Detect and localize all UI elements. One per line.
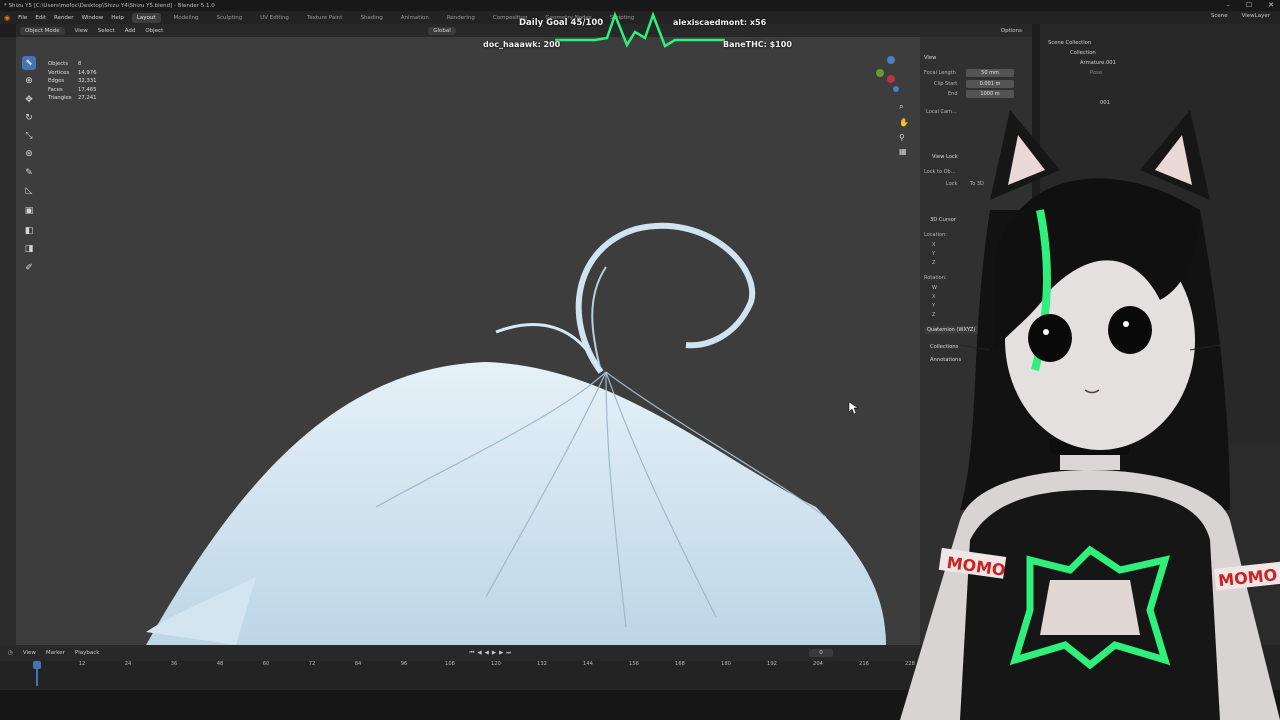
tab-layout[interactable]: Layout (131, 12, 161, 23)
timeline-editor-icon[interactable]: ◷ (8, 650, 13, 656)
outliner-item[interactable]: Pose (1090, 70, 1102, 76)
viewport-scene: ⌕ ✋ ⚲ ▦ (16, 56, 920, 645)
scale-tool-icon[interactable]: ⤡ (22, 129, 36, 143)
annotate-tool-icon[interactable]: ✎ (22, 166, 36, 180)
playhead-line (36, 668, 38, 686)
window-title: * Shizu Y5 [C:\Users\mofoc\Desktop\Shizu… (4, 2, 215, 9)
clip-start-label: Clip Start (934, 81, 958, 87)
timeline-tick-label: 60 (262, 661, 270, 667)
timeline-tick-label: 132 (537, 661, 547, 667)
timeline-tick-label: 192 (767, 661, 777, 667)
timeline-tick-label: 108 (445, 661, 455, 667)
tab-rendering[interactable]: Rendering (442, 13, 480, 23)
donation-name-left: doc_haaawk: 200 (483, 40, 561, 49)
scene-selectors: Scene ViewLayer (1211, 13, 1270, 19)
orientation-dropdown[interactable]: Global (428, 26, 456, 35)
cursor-tool-icon[interactable]: ⊕ (22, 74, 36, 88)
close-icon[interactable]: ✕ (1268, 1, 1274, 9)
menu-window[interactable]: Window (82, 15, 104, 21)
rotate-tool-icon[interactable]: ↻ (22, 111, 36, 125)
timeline-playback-menu[interactable]: Playback (75, 650, 100, 656)
view-layer-selector[interactable]: ViewLayer (1242, 13, 1270, 19)
timeline-tick-label: 120 (491, 661, 501, 667)
scene-collection-row[interactable]: Scene Collection (1048, 40, 1091, 46)
timeline-tick-label: 12 (78, 661, 86, 667)
timeline-marker-menu[interactable]: Marker (46, 650, 65, 656)
timeline-ruler[interactable]: 0122436486072849610812013214415616818019… (16, 661, 916, 671)
3d-viewport[interactable]: ⌕ ✋ ⚲ ▦ (16, 37, 920, 645)
focal-length-field[interactable]: 50 mm (966, 69, 1014, 77)
daily-goal-text: Daily Goal 45/100 (519, 18, 604, 28)
hair-model (146, 222, 886, 645)
select-tool-icon[interactable]: ⬉ (22, 56, 36, 70)
extra-tool-icon[interactable]: ◧ (22, 224, 36, 238)
stats-row: Objects 8 (48, 61, 82, 67)
timeline-tick-label: 48 (216, 661, 224, 667)
view-section-header[interactable]: View (924, 55, 936, 61)
blender-logo-icon[interactable]: ◉ (4, 14, 10, 22)
menu-file[interactable]: File (18, 15, 27, 21)
focal-length-label: Focal Length (924, 70, 956, 76)
tab-texture-paint[interactable]: Texture Paint (302, 13, 348, 23)
clip-start-field[interactable]: 0.001 m (966, 80, 1014, 88)
tab-shading[interactable]: Shading (355, 13, 387, 23)
stats-overlay: Objects 8 Vertices 14,976 Edges 32,331 Face… (48, 60, 108, 103)
vtuber-avatar: MOMO MOMO (900, 110, 1280, 720)
menu-render[interactable]: Render (54, 15, 74, 21)
extra-tool-2-icon[interactable]: ◨ (22, 242, 36, 256)
outliner-item[interactable]: Armature.001 (1080, 60, 1116, 66)
timeline-tick-label: 168 (675, 661, 685, 667)
timeline-view-menu[interactable]: View (23, 650, 36, 656)
window-controls: – ☐ ✕ (1226, 1, 1274, 9)
tab-animation[interactable]: Animation (396, 13, 434, 23)
stats-row: Vertices 14,976 (48, 69, 97, 76)
menu-help[interactable]: Help (111, 15, 124, 21)
select-menu[interactable]: Select (98, 28, 115, 34)
measure-tool-icon[interactable]: ◺ (22, 184, 36, 198)
playback-controls[interactable]: ⏮◀◀▶▶⏭ (469, 650, 514, 657)
timeline-tick-label: 96 (400, 661, 408, 667)
timeline-tick-label: 216 (859, 661, 869, 667)
stats-row: Edges 32,331 (48, 78, 97, 84)
maximize-icon[interactable]: ☐ (1246, 1, 1252, 9)
minimize-icon[interactable]: – (1226, 1, 1230, 9)
tab-sculpting[interactable]: Sculpting (212, 13, 248, 23)
object-menu[interactable]: Object (145, 28, 163, 34)
nav-gizmo (876, 56, 899, 92)
pencil-tool-icon[interactable]: ✐ (22, 261, 36, 275)
options-button[interactable]: Options (1001, 28, 1022, 34)
stats-row: Triangles 27,241 (48, 95, 97, 101)
timeline-tick-label: 24 (124, 661, 132, 667)
timeline-tick-label: 36 (170, 661, 178, 667)
collection-row[interactable]: Collection (1070, 50, 1096, 56)
move-tool-icon[interactable]: ✥ (22, 93, 36, 107)
add-menu[interactable]: Add (125, 28, 136, 34)
heartbeat-decoration (555, 11, 725, 48)
timeline-tick-label: 204 (813, 661, 823, 667)
add-cube-tool-icon[interactable]: ▣ (22, 204, 36, 218)
timeline-tick-label: 156 (629, 661, 639, 667)
tab-uv-editing[interactable]: UV Editing (255, 13, 294, 23)
stats-row: Faces 17,465 (48, 86, 97, 93)
current-frame-field[interactable]: 0 (809, 649, 833, 657)
scene-selector[interactable]: Scene (1211, 13, 1228, 19)
timeline-tick-label: 180 (721, 661, 731, 667)
left-strip (0, 37, 16, 645)
timeline-tick-label: 144 (583, 661, 593, 667)
tab-modeling[interactable]: Modeling (169, 13, 204, 23)
timeline-header: ◷ View Marker Playback ⏮◀◀▶▶⏭ 0 (0, 645, 940, 661)
timeline-tick-label: 84 (354, 661, 362, 667)
menu-edit[interactable]: Edit (35, 15, 46, 21)
timeline-tick-label: 72 (308, 661, 316, 667)
mode-dropdown[interactable]: Object Mode (20, 26, 65, 35)
view-menu[interactable]: View (75, 28, 88, 34)
mouse-cursor-icon (848, 401, 859, 415)
donation-name-top-right: alexiscaedmont: x56 (673, 18, 767, 27)
donation-name-right: BaneTHC: $100 (723, 40, 792, 49)
transform-tool-icon[interactable]: ⊛ (22, 147, 36, 161)
